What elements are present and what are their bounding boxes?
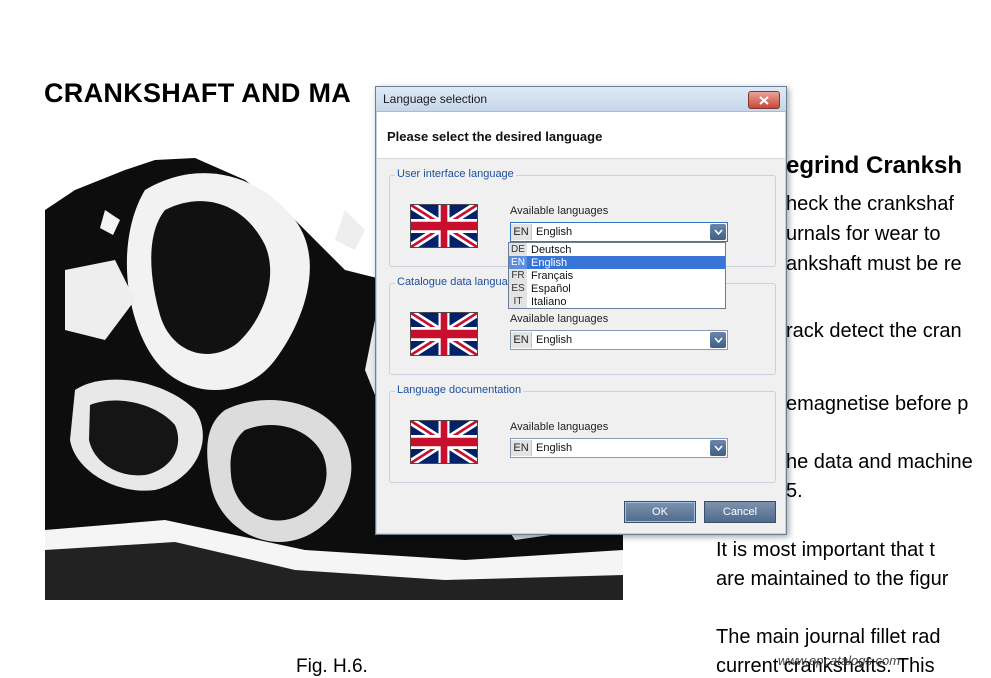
- option-name: Français: [531, 269, 574, 282]
- uk-flag-icon: [409, 309, 479, 359]
- uk-flag-icon: [409, 201, 479, 251]
- dropdown-option-de[interactable]: DE Deutsch: [509, 243, 725, 256]
- dropdown-option-es[interactable]: ES Español: [509, 282, 725, 295]
- body-line: 5.: [786, 480, 803, 502]
- group-legend: User interface language: [395, 168, 516, 180]
- body-line: rack detect the cran: [786, 320, 962, 342]
- section-heading: egrind Cranksh: [786, 152, 963, 179]
- dropdown-option-fr[interactable]: FR Français: [509, 269, 725, 282]
- selected-language: English: [536, 226, 573, 238]
- dialog-titlebar[interactable]: Language selection: [376, 87, 786, 112]
- documentation-language-select[interactable]: EN English: [510, 438, 728, 458]
- language-selection-dialog: Language selection Please select the des…: [375, 86, 787, 535]
- close-button[interactable]: [748, 91, 780, 109]
- ok-button[interactable]: OK: [624, 501, 696, 523]
- ui-language-select[interactable]: EN English: [510, 222, 728, 242]
- chevron-down-icon[interactable]: [710, 332, 726, 348]
- body-line: urnals for wear to: [786, 223, 941, 245]
- figure-caption: Fig. H.6.: [296, 656, 368, 677]
- body-line: ankshaft must be re: [786, 253, 962, 275]
- language-dropdown-list: DE Deutsch EN English FR Français ES Esp…: [508, 242, 726, 309]
- cancel-button[interactable]: Cancel: [704, 501, 776, 523]
- option-code: ES: [509, 282, 527, 295]
- chevron-down-icon[interactable]: [710, 440, 726, 456]
- language-code: EN: [511, 332, 532, 348]
- language-documentation-group: Language documentation Available languag…: [389, 384, 776, 483]
- dialog-header: Please select the desired language: [377, 112, 785, 159]
- dialog-prompt: Please select the desired language: [387, 129, 603, 144]
- option-name: English: [531, 256, 568, 269]
- body-line: It is most important that t: [716, 539, 935, 561]
- option-name: Deutsch: [531, 243, 572, 256]
- uk-flag-icon: [409, 417, 479, 467]
- close-icon: [759, 95, 769, 105]
- body-line: emagnetise before p: [786, 393, 969, 415]
- document-title: CRANKSHAFT AND MA: [44, 78, 352, 108]
- group-legend: Language documentation: [395, 384, 524, 396]
- available-languages-label: Available languages: [510, 205, 609, 217]
- body-line: are maintained to the figur: [716, 568, 949, 590]
- catalogue-language-select[interactable]: EN English: [510, 330, 728, 350]
- option-code: DE: [509, 243, 527, 256]
- language-code: EN: [511, 224, 532, 240]
- dialog-title: Language selection: [383, 92, 488, 106]
- chevron-down-icon[interactable]: [710, 224, 726, 240]
- option-name: Italiano: [531, 295, 567, 308]
- dropdown-option-it[interactable]: IT Italiano: [509, 295, 725, 308]
- option-code: EN: [509, 256, 527, 269]
- group-legend: Catalogue data langua: [395, 276, 510, 288]
- dialog-footer: OK Cancel: [377, 492, 785, 533]
- body-line: heck the crankshaf: [786, 193, 954, 215]
- available-languages-label: Available languages: [510, 313, 609, 325]
- watermark: www.epcatalogs.com: [778, 653, 901, 668]
- option-code: IT: [509, 295, 527, 308]
- selected-language: English: [536, 442, 573, 454]
- option-code: FR: [509, 269, 527, 282]
- selected-language: English: [536, 334, 573, 346]
- available-languages-label: Available languages: [510, 421, 609, 433]
- body-line: The main journal fillet rad: [716, 626, 941, 648]
- body-line: he data and machine: [786, 451, 973, 473]
- option-name: Español: [531, 282, 571, 295]
- dropdown-option-en[interactable]: EN English: [509, 256, 725, 269]
- language-code: EN: [511, 440, 532, 456]
